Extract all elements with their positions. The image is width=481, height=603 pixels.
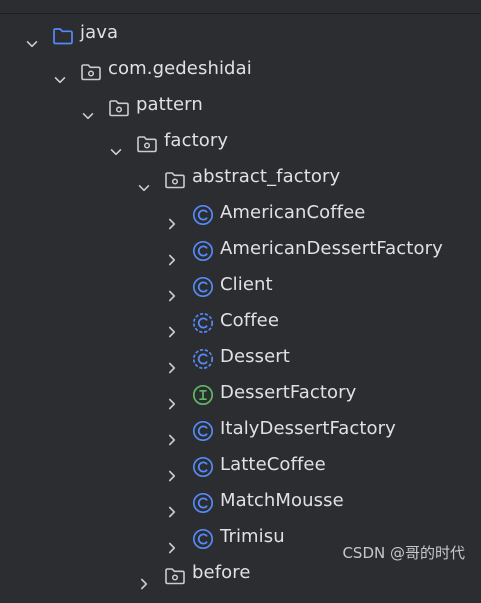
- package-icon: [164, 563, 186, 585]
- tree-node-com-gedeshidai[interactable]: com.gedeshidai: [0, 51, 481, 87]
- tree-node-matchmousse[interactable]: MatchMousse: [0, 483, 481, 519]
- chevron-right-icon[interactable]: [166, 351, 178, 374]
- tree-node-java[interactable]: java: [0, 15, 481, 51]
- package-icon: [136, 131, 158, 153]
- watermark: CSDN @哥的时代: [342, 544, 465, 562]
- tree-node-italydessertfactory[interactable]: ItalyDessertFactory: [0, 411, 481, 447]
- tree-node-americancoffee[interactable]: AmericanCoffee: [0, 195, 481, 231]
- tree-node-label: com.gedeshidai: [108, 58, 252, 79]
- tree-node-label: pattern: [136, 94, 203, 115]
- chevron-right-icon[interactable]: [166, 423, 178, 446]
- class-icon: [192, 275, 214, 298]
- chevron-right-icon[interactable]: [166, 279, 178, 302]
- package-icon: [108, 95, 130, 117]
- package-icon: [164, 167, 186, 189]
- tree-node-label: LatteCoffee: [220, 454, 326, 475]
- tree-node-lattecoffee[interactable]: LatteCoffee: [0, 447, 481, 483]
- chevron-right-icon[interactable]: [166, 459, 178, 482]
- class-icon: [192, 491, 214, 514]
- class-icon: [192, 455, 214, 478]
- tree-node-factory[interactable]: factory: [0, 123, 481, 159]
- chevron-down-icon[interactable]: [138, 171, 150, 192]
- chevron-right-icon[interactable]: [166, 243, 178, 266]
- tree-node-abstract-factory[interactable]: abstract_factory: [0, 159, 481, 195]
- tree-node-coffee[interactable]: Coffee: [0, 303, 481, 339]
- tree-node-pattern[interactable]: pattern: [0, 87, 481, 123]
- tree-node-label: Coffee: [220, 310, 280, 331]
- interface-icon: [192, 383, 214, 406]
- tree-node-label: Client: [220, 274, 273, 295]
- abstract-class-icon: [192, 347, 214, 370]
- tree-node-label: Dessert: [220, 346, 290, 367]
- tree-node-dessertfactory[interactable]: DessertFactory: [0, 375, 481, 411]
- chevron-right-icon[interactable]: [166, 207, 178, 230]
- chevron-right-icon[interactable]: [166, 495, 178, 518]
- chevron-down-icon[interactable]: [110, 135, 122, 156]
- abstract-class-icon: [192, 311, 214, 334]
- tree-node-label: before: [192, 562, 251, 583]
- tree-node-client[interactable]: Client: [0, 267, 481, 303]
- chevron-right-icon[interactable]: [166, 387, 178, 410]
- class-icon: [192, 239, 214, 262]
- package-icon: [80, 59, 102, 81]
- panel-top-border: [0, 13, 481, 14]
- tree-node-label: AmericanCoffee: [220, 202, 366, 223]
- tree-node-label: Trimisu: [220, 526, 285, 547]
- chevron-down-icon[interactable]: [82, 99, 94, 120]
- chevron-right-icon[interactable]: [138, 567, 150, 590]
- class-icon: [192, 203, 214, 226]
- tree-node-label: factory: [164, 130, 229, 151]
- chevron-right-icon[interactable]: [166, 531, 178, 554]
- tree-node-label: MatchMousse: [220, 490, 344, 511]
- tree-node-label: DessertFactory: [220, 382, 357, 403]
- chevron-down-icon[interactable]: [26, 27, 38, 48]
- class-icon: [192, 527, 214, 550]
- tree-node-label: AmericanDessertFactory: [220, 238, 443, 259]
- tree-node-dessert[interactable]: Dessert: [0, 339, 481, 375]
- tree-node-americandessertfactory[interactable]: AmericanDessertFactory: [0, 231, 481, 267]
- chevron-right-icon[interactable]: [166, 315, 178, 338]
- tree-node-label: abstract_factory: [192, 166, 341, 187]
- class-icon: [192, 419, 214, 442]
- source-folder-icon: [52, 23, 74, 45]
- chevron-down-icon[interactable]: [54, 63, 66, 84]
- tree-node-label: java: [80, 22, 119, 43]
- tree-node-label: ItalyDessertFactory: [220, 418, 396, 439]
